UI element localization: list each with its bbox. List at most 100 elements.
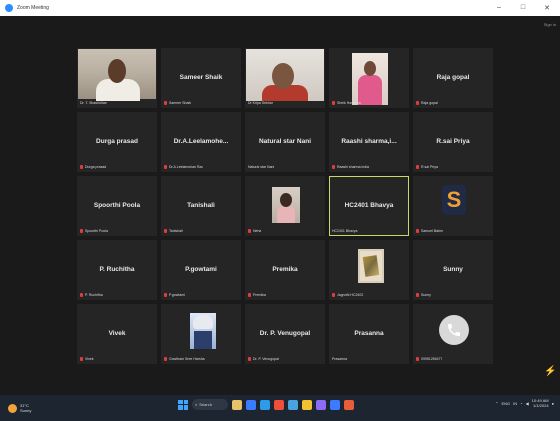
participant-label-text: Dr. T. Shashidhar [80, 101, 107, 105]
participant-label: Spoorthi Poola [80, 229, 108, 233]
participant-tile[interactable]: Jagruthi HC2402 [329, 240, 409, 300]
participant-tile[interactable]: Neha [245, 176, 325, 236]
zoom-taskbar-icon[interactable] [246, 399, 256, 410]
participant-display-name: Spoorthi Poola [93, 201, 141, 209]
participant-label-text: Vivek [85, 357, 94, 361]
participant-tile[interactable]: Dr.A.Leelamohe... Dr.A.Leelamohan Rao [161, 112, 241, 172]
participant-label: Sameer Shaik [164, 101, 191, 105]
mic-muted-icon [248, 293, 251, 297]
office-icon[interactable] [274, 399, 284, 410]
participant-video [352, 53, 388, 105]
participant-label: Neha [248, 229, 261, 233]
participant-label-text: Sameer Shaik [169, 101, 191, 105]
outlook-icon[interactable] [330, 399, 340, 410]
reactions-icon[interactable]: ⚡ [544, 366, 556, 378]
participant-tile[interactable]: Spoorthi Poola Spoorthi Poola [77, 176, 157, 236]
participant-tile[interactable]: 09951256477 [413, 304, 493, 364]
mic-muted-icon [164, 165, 167, 169]
participant-label-text: 09951256477 [421, 357, 443, 361]
wifi-icon[interactable]: ◔ [520, 401, 522, 406]
participant-label: Dr.A.Leelamohan Rao [164, 165, 203, 169]
title-bar: Zoom Meeting – □ ✕ [0, 0, 560, 16]
participant-tile[interactable]: Premika Premika [245, 240, 325, 300]
mic-muted-icon [80, 293, 83, 297]
participant-tile[interactable]: Raashi sharma,i... Raashi sharma india [329, 112, 409, 172]
search-icon: ⌕ [195, 402, 198, 407]
participant-label: Gowtham Sree Harsha [164, 357, 205, 361]
close-button[interactable]: ✕ [542, 4, 552, 12]
sign-in-link[interactable]: Sign in [544, 22, 556, 27]
participant-display-name: Sunny [443, 265, 463, 273]
participant-label: Raja gopal [416, 101, 438, 105]
participant-tile[interactable]: R.sai Priya R.sai Priya [413, 112, 493, 172]
participant-tile[interactable]: Natural star Nani Natural star Nani [245, 112, 325, 172]
chrome-icon[interactable] [302, 399, 312, 410]
chevron-up-icon[interactable]: ⌃ [495, 401, 498, 406]
participant-display-name: Dr. P. Venugopal [259, 329, 311, 337]
sun-icon [8, 403, 17, 413]
participant-tile[interactable]: P. Ruchitha P. Ruchitha [77, 240, 157, 300]
participant-label: Premika [248, 293, 266, 297]
mic-muted-icon [416, 293, 419, 297]
participant-tile[interactable]: HC2401 Bhavya HC2401 Bhavya [329, 176, 409, 236]
search-label: Search [199, 402, 212, 407]
zoom-window: Zoom Meeting – □ ✕ Sign in Dr. T. Shashi… [0, 0, 560, 421]
window-title: Zoom Meeting [17, 5, 49, 11]
weather-widget[interactable]: 31°C Sunny [8, 403, 31, 413]
mic-muted-icon [416, 101, 419, 105]
mic-muted-icon [164, 229, 167, 233]
participant-tile[interactable]: P.gowtami P.gowtami [161, 240, 241, 300]
store-icon[interactable] [288, 399, 298, 410]
participant-display-name: Vivek [108, 329, 126, 337]
participant-tile[interactable]: Dr. T. Shashidhar [77, 48, 157, 108]
participant-label-text: Dr Kripa Sekhar [248, 101, 273, 105]
participant-label-text: Premika [253, 293, 266, 297]
participant-tile[interactable]: S Samuel Babm [413, 176, 493, 236]
maximize-button[interactable]: □ [518, 4, 528, 12]
participant-tile[interactable]: Dr. P. Venugopal Dr. P. Venugopal [245, 304, 325, 364]
mic-muted-icon [80, 165, 83, 169]
participant-label: 09951256477 [416, 357, 442, 361]
edge-icon[interactable] [260, 399, 270, 410]
minimize-button[interactable]: – [494, 4, 504, 12]
participant-tile[interactable]: Tanishali Tanishali [161, 176, 241, 236]
participant-label-text: P. Ruchitha [85, 293, 103, 297]
participant-video [246, 49, 324, 101]
participant-tile[interactable]: Gowtham Sree Harsha [161, 304, 241, 364]
speaker-icon[interactable]: ◀ [526, 401, 529, 406]
participant-video [78, 49, 156, 101]
participant-tile[interactable]: Raja gopal Raja gopal [413, 48, 493, 108]
app-icon[interactable] [344, 399, 354, 410]
taskbar-search[interactable]: ⌕ Search [192, 399, 228, 410]
participant-tile[interactable]: Durga prasad Durga prasad [77, 112, 157, 172]
participant-tile[interactable]: Prasanna Prasanna [329, 304, 409, 364]
participant-display-name: P.gowtami [185, 265, 217, 273]
participant-display-name: P. Ruchitha [99, 265, 135, 273]
participant-tile[interactable]: Dr Kripa Sekhar [245, 48, 325, 108]
participant-label: Raashi sharma india [332, 165, 369, 169]
participant-tile[interactable]: Sameer Shaik Sameer Shaik [161, 48, 241, 108]
weather-desc: Sunny [20, 408, 32, 413]
participant-display-name: Durga prasad [96, 137, 138, 145]
participant-label-text: Sunny [421, 293, 431, 297]
participant-label-text: P.gowtami [169, 293, 185, 297]
participant-tile[interactable]: Vivek Vivek [77, 304, 157, 364]
participant-display-name: Tanishali [187, 201, 215, 209]
participant-label: Dr. P. Venugopal [248, 357, 279, 361]
teams-icon[interactable] [316, 399, 326, 410]
file-explorer-icon[interactable] [232, 399, 242, 410]
participant-label-text: R.sai Priya [421, 165, 438, 169]
windows-taskbar: 31°C Sunny ⌕ Search ⌃ ENG IN ◔ ◀ 10:49 A… [0, 395, 560, 421]
tray-lang[interactable]: ENG [502, 401, 511, 406]
participant-label-text: Dr. P. Venugopal [253, 357, 279, 361]
clock[interactable]: 10:49 AM 1/1/2024 [532, 398, 549, 408]
participant-label: Sheik Haseena [332, 101, 361, 105]
windows-start-icon[interactable] [178, 399, 188, 410]
participant-label: Sunny [416, 293, 431, 297]
participant-tile[interactable]: Sunny Sunny [413, 240, 493, 300]
profile-picture: S [442, 185, 466, 215]
notification-icon[interactable]: ● [552, 401, 554, 406]
participant-tile[interactable]: Sheik Haseena [329, 48, 409, 108]
participant-label-text: Natural star Nani [248, 165, 275, 169]
clock-date: 1/1/2024 [533, 403, 549, 408]
